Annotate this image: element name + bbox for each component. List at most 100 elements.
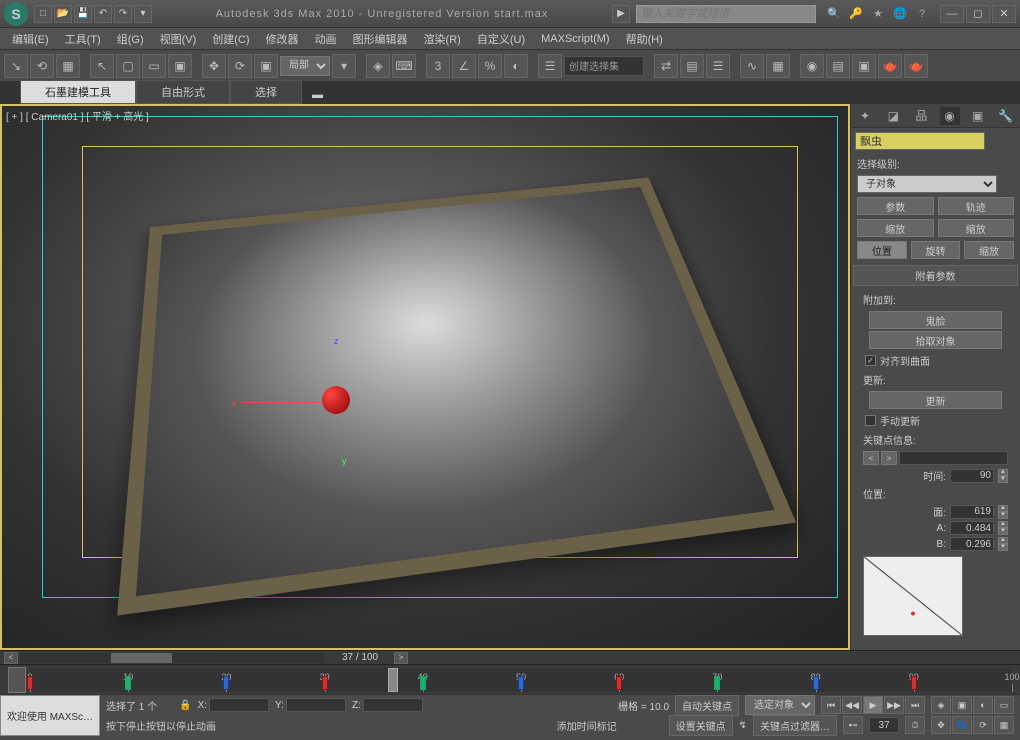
menu-customize[interactable]: 自定义(U): [471, 29, 531, 49]
tab-graphite[interactable]: 石墨建模工具: [20, 80, 136, 104]
hierarchy-tab-icon[interactable]: 品: [911, 107, 931, 125]
search-input[interactable]: [636, 5, 816, 23]
manual-update-checkbox[interactable]: [865, 415, 876, 426]
nav-pan-icon[interactable]: ✥: [931, 716, 951, 734]
keyframe-40[interactable]: [420, 676, 426, 690]
time-ruler[interactable]: 0102030405060708090100: [30, 668, 1012, 692]
globe-icon[interactable]: 🌐: [892, 6, 908, 22]
tab-collapse-icon[interactable]: ▬: [302, 86, 333, 104]
slider-right-icon[interactable]: >: [394, 652, 408, 664]
keyframe-0[interactable]: [27, 676, 33, 690]
select-region-icon[interactable]: ▭: [142, 54, 166, 78]
prev-key-button[interactable]: <: [863, 451, 879, 465]
time-down-icon[interactable]: ▼: [998, 476, 1008, 483]
next-key-button[interactable]: >: [881, 451, 897, 465]
keyframe-30[interactable]: [322, 676, 328, 690]
b-input[interactable]: [950, 537, 994, 551]
scale-button[interactable]: 缩放: [964, 241, 1014, 259]
key-mode-toggle-icon[interactable]: ⊷: [843, 716, 863, 734]
object-name-input[interactable]: [855, 132, 985, 150]
keyframe-70[interactable]: [714, 676, 720, 690]
mirror-icon[interactable]: ⇄: [654, 54, 678, 78]
time-up-icon[interactable]: ▲: [998, 469, 1008, 476]
render-icon[interactable]: 🫖: [878, 54, 902, 78]
pivot-icon[interactable]: ▾: [332, 54, 356, 78]
selection-level-dropdown[interactable]: 子对象: [857, 175, 997, 193]
viewport[interactable]: [ + ] [ Camera01 ] [ 平滑 + 高光 ] x y z: [0, 104, 850, 650]
select-name-icon[interactable]: ▢: [116, 54, 140, 78]
viewport-label[interactable]: [ + ] [ Camera01 ] [ 平滑 + 高光 ]: [6, 108, 149, 123]
key-filters-button[interactable]: 关键点过滤器…: [753, 715, 837, 736]
x-input[interactable]: [209, 698, 269, 712]
new-icon[interactable]: □: [34, 5, 52, 23]
info-play-icon[interactable]: ▶: [612, 5, 630, 23]
align-surface-checkbox[interactable]: ✓: [865, 355, 876, 366]
nav-zoom-all-icon[interactable]: ▣: [952, 696, 972, 714]
time-config-icon[interactable]: ⏱: [905, 716, 925, 734]
rotation-button[interactable]: 旋转: [911, 241, 961, 259]
selected-object-sphere[interactable]: [322, 386, 350, 414]
menu-modifiers[interactable]: 修改器: [260, 29, 305, 49]
goto-end-icon[interactable]: ⏭: [905, 696, 925, 714]
menu-tools[interactable]: 工具(T): [59, 29, 107, 49]
a-input[interactable]: [950, 521, 994, 535]
face-up-icon[interactable]: ▲: [998, 505, 1008, 512]
utilities-tab-icon[interactable]: 🔧: [996, 107, 1016, 125]
named-selection-input[interactable]: [564, 56, 644, 76]
app-icon[interactable]: S: [4, 2, 28, 26]
window-crossing-icon[interactable]: ▣: [168, 54, 192, 78]
motion-tab-icon[interactable]: ◉: [940, 107, 960, 125]
b-up-icon[interactable]: ▲: [998, 537, 1008, 544]
nav-zoom-icon[interactable]: ◈: [931, 696, 951, 714]
menu-animation[interactable]: 动画: [309, 29, 343, 49]
a-up-icon[interactable]: ▲: [998, 521, 1008, 528]
position-button[interactable]: 位置: [857, 241, 907, 259]
manipulate-icon[interactable]: ◈: [366, 54, 390, 78]
time-slider-indicator[interactable]: [388, 668, 398, 692]
move-icon[interactable]: ✥: [202, 54, 226, 78]
layers-icon[interactable]: ☰: [706, 54, 730, 78]
select-icon[interactable]: ↖: [90, 54, 114, 78]
keyframe-50[interactable]: [518, 676, 524, 690]
keyframe-60[interactable]: [616, 676, 622, 690]
tcb-curve-graph[interactable]: [863, 556, 963, 636]
a-down-icon[interactable]: ▼: [998, 528, 1008, 535]
menu-help[interactable]: 帮助(H): [620, 29, 669, 49]
goto-start-icon[interactable]: ⏮: [821, 696, 841, 714]
nav-region-icon[interactable]: ▭: [994, 696, 1014, 714]
percent-snap-icon[interactable]: %: [478, 54, 502, 78]
time-slider-track[interactable]: [20, 653, 324, 663]
render-production-icon[interactable]: 🫖: [904, 54, 928, 78]
unlink-icon[interactable]: ⟲: [30, 54, 54, 78]
set-key-button[interactable]: 设置关键点: [669, 715, 733, 736]
time-slider-thumb[interactable]: [111, 653, 172, 663]
qat-dropdown-icon[interactable]: ▾: [134, 5, 152, 23]
key-index-input[interactable]: [899, 451, 1008, 465]
snap-toggle-icon[interactable]: 3: [426, 54, 450, 78]
redo-icon[interactable]: ↷: [114, 5, 132, 23]
spinner-snap-icon[interactable]: ◐: [504, 54, 528, 78]
keyframe-20[interactable]: [223, 676, 229, 690]
align-icon[interactable]: ▤: [680, 54, 704, 78]
key-filters-dropdown[interactable]: 选定对象: [745, 695, 815, 715]
gizmo-x-axis[interactable]: x: [232, 398, 237, 408]
angle-snap-icon[interactable]: ∠: [452, 54, 476, 78]
help-icon[interactable]: ?: [914, 6, 930, 22]
close-icon[interactable]: ✕: [992, 5, 1016, 23]
menu-create[interactable]: 创建(C): [206, 29, 255, 49]
nav-orbit-icon[interactable]: ⟳: [973, 716, 993, 734]
menu-maxscript[interactable]: MAXScript(M): [535, 31, 615, 47]
scale-button-2[interactable]: 缩放: [938, 219, 1015, 237]
track-bar-toggle-icon[interactable]: [8, 667, 26, 693]
nav-fov-icon[interactable]: ◐: [973, 696, 993, 714]
face-down-icon[interactable]: ▼: [998, 512, 1008, 519]
nav-walk-icon[interactable]: 👣: [952, 716, 972, 734]
gizmo-y-axis[interactable]: y: [342, 456, 347, 466]
undo-icon[interactable]: ↶: [94, 5, 112, 23]
key-mode-icon[interactable]: ↯: [739, 720, 747, 731]
prev-frame-icon[interactable]: ◀◀: [842, 696, 862, 714]
menu-graph-editors[interactable]: 图形编辑器: [347, 29, 414, 49]
coord-system-dropdown[interactable]: 局部: [280, 56, 330, 76]
keyboard-shortcut-icon[interactable]: ⌨: [392, 54, 416, 78]
modify-tab-icon[interactable]: ◪: [883, 107, 903, 125]
